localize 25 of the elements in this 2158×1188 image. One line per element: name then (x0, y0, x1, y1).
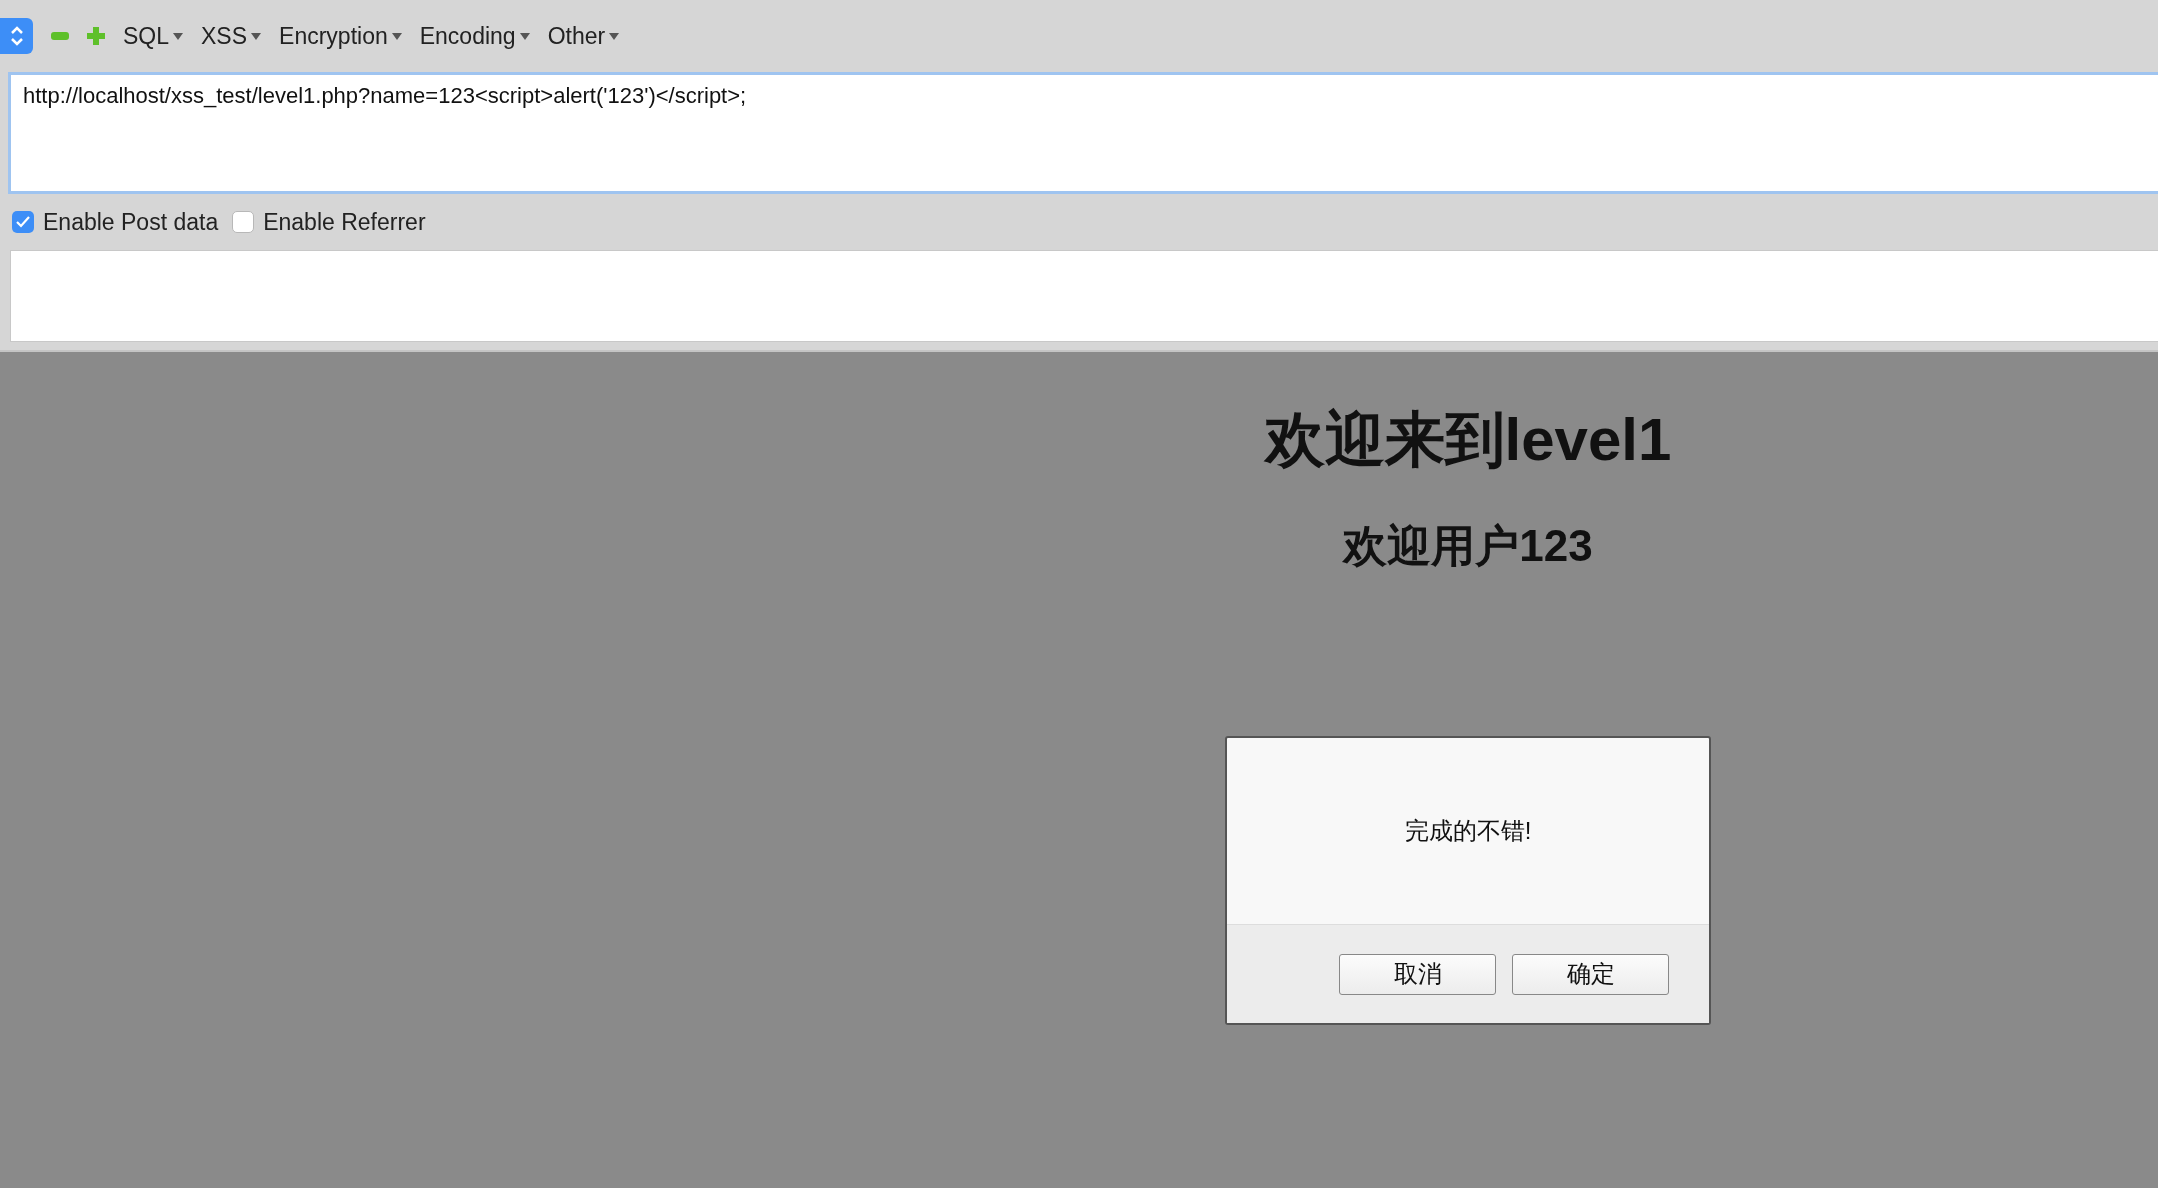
caret-icon (391, 32, 402, 40)
url-field[interactable]: http://localhost/xss_test/level1.php?name=123<script>alert('123')</script>; (8, 72, 2158, 194)
menu-dropdown[interactable]: Encryption (279, 22, 402, 50)
checkbox-label: Enable Post data (43, 208, 219, 236)
checkmark-icon (16, 216, 30, 228)
menu-dropdown[interactable]: Other (547, 22, 620, 50)
plus-icon[interactable] (87, 27, 105, 45)
caret-icon (519, 32, 530, 40)
menu-dropdown[interactable]: SQL (123, 22, 184, 50)
menu-dropdown[interactable]: Encoding (419, 22, 530, 50)
dialog-button[interactable]: 取消 (1339, 953, 1496, 995)
caret-icon (173, 32, 184, 40)
caret-icon (609, 32, 620, 40)
post-data-field[interactable] (10, 250, 2158, 342)
stepper-icon[interactable] (0, 18, 33, 54)
checkbox[interactable] (12, 211, 34, 233)
dialog-button[interactable]: 确定 (1512, 953, 1669, 995)
checkbox[interactable] (232, 211, 255, 233)
page-subheading: 欢迎用户123 (1343, 520, 1593, 572)
caret-icon (251, 32, 262, 40)
minus-icon[interactable] (51, 32, 69, 40)
dialog-message: 完成的不错! (1404, 816, 1532, 846)
menu-dropdown[interactable]: XSS (201, 22, 262, 50)
checkbox-label: Enable Referrer (263, 208, 426, 236)
page-heading: 欢迎来到level1 (1264, 405, 1672, 475)
